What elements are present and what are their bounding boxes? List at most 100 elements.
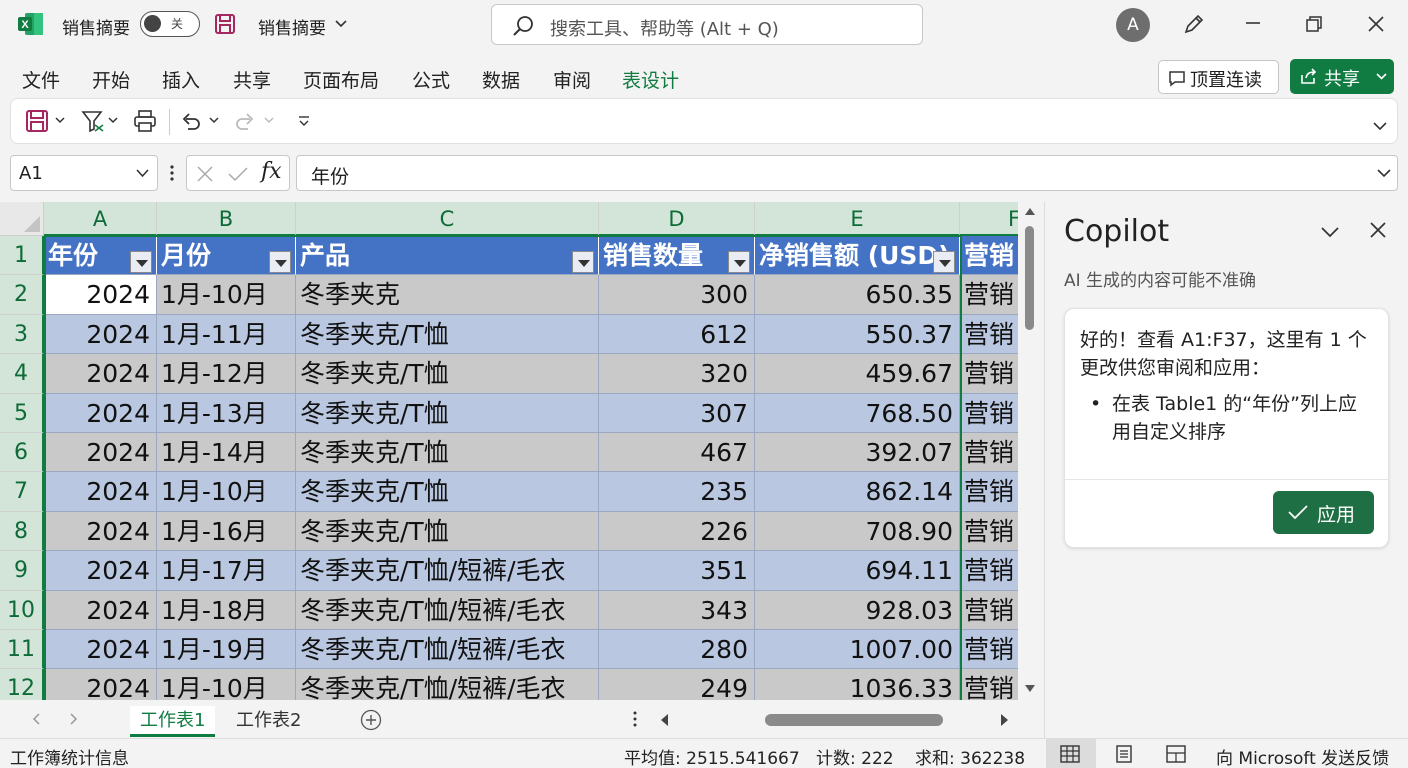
table-cell[interactable]: 1月-14月 [157,433,296,473]
row-header[interactable]: 1 [0,236,44,276]
customize-toolbar-icon[interactable] [298,115,310,127]
tab-review[interactable]: 审阅 [553,66,591,93]
row-header[interactable]: 3 [0,314,44,355]
share-button[interactable]: 共享 [1290,59,1394,94]
table-cell[interactable]: 1月-10月 [157,275,296,315]
table-cell[interactable]: 928.03 [755,590,960,630]
tab-formulas[interactable]: 公式 [412,66,450,93]
normal-view-icon[interactable] [1060,745,1080,763]
table-cell[interactable]: 营销 [960,354,1018,394]
chevron-down-icon[interactable] [209,117,219,125]
table-cell[interactable]: 459.67 [755,354,960,394]
row-header[interactable]: 6 [0,433,44,473]
table-cell[interactable]: 2024 [44,314,157,355]
table-cell[interactable]: 694.11 [755,551,960,591]
tab-share[interactable]: 共享 [233,66,271,93]
row-header[interactable]: 5 [0,393,44,433]
save-icon[interactable] [25,109,49,133]
minimize-icon[interactable] [1244,18,1262,28]
read-mode-button[interactable]: 顶置连读 [1158,60,1279,94]
table-cell[interactable]: 冬季夹克/T恤 [296,472,599,512]
autosave-toggle[interactable]: 关 [140,11,200,37]
table-cell[interactable]: 1月-12月 [157,354,296,394]
sheet-tab-1[interactable]: 工作表1 [130,706,216,737]
check-icon[interactable] [227,165,249,183]
more-options-icon[interactable] [170,164,174,182]
table-cell[interactable]: 2024 [44,511,157,552]
tab-home[interactable]: 开始 [92,66,130,93]
table-cell[interactable]: 营销 [960,472,1018,512]
add-sheet-icon[interactable] [360,709,382,731]
table-cell[interactable]: 467 [599,433,755,473]
vertical-scroll-thumb[interactable] [1025,226,1034,330]
table-cell[interactable]: 2024 [44,472,157,512]
chevron-down-icon[interactable] [1373,121,1387,131]
table-cell[interactable]: 营销 [960,433,1018,473]
column-header-f[interactable]: F [960,202,1018,236]
table-cell[interactable]: 343 [599,590,755,630]
chevron-down-icon[interactable] [1377,168,1391,178]
tab-insert[interactable]: 插入 [162,66,200,93]
table-cell[interactable]: 营销 [960,393,1018,433]
table-cell[interactable]: 冬季夹克/T恤 [296,511,599,552]
table-cell[interactable]: 1月-18月 [157,590,296,630]
table-cell[interactable]: 2024 [44,275,157,315]
row-header[interactable]: 2 [0,275,44,315]
table-cell[interactable]: 1007.00 [755,630,960,670]
more-options-icon[interactable] [633,711,637,727]
table-cell[interactable]: 营销 [960,630,1018,670]
sheet-tab-2[interactable]: 工作表2 [236,706,301,732]
table-cell[interactable]: 营销 [960,669,1018,700]
table-cell[interactable]: 768.50 [755,393,960,433]
scroll-up-icon[interactable] [1024,206,1036,216]
page-break-view-icon[interactable] [1166,745,1186,763]
filter-dropdown-icon[interactable] [269,251,291,273]
header-cell[interactable]: 净销售额 (USD) [755,236,960,276]
table-cell[interactable]: 550.37 [755,314,960,355]
table-cell[interactable]: 307 [599,393,755,433]
chevron-down-icon[interactable] [55,117,65,125]
table-cell[interactable]: 226 [599,511,755,552]
table-cell[interactable]: 2024 [44,669,157,700]
save-icon[interactable] [214,13,236,35]
table-cell[interactable]: 1月-16月 [157,511,296,552]
table-cell[interactable]: 冬季夹克/T恤/短裤/毛衣 [296,630,599,670]
column-header-e[interactable]: E [755,202,960,236]
chevron-down-icon[interactable] [1321,226,1339,238]
table-cell[interactable]: 冬季夹克/T恤 [296,433,599,473]
row-header[interactable]: 10 [0,590,44,630]
table-cell[interactable]: 营销 [960,590,1018,630]
avatar[interactable]: A [1116,8,1150,42]
column-header-a[interactable]: A [44,202,157,236]
table-cell[interactable]: 2024 [44,630,157,670]
table-cell[interactable]: 1036.33 [755,669,960,700]
close-icon[interactable] [1370,222,1386,238]
scroll-sheets-right-icon[interactable] [70,713,78,725]
filter-dropdown-icon[interactable] [130,251,152,273]
table-cell[interactable]: 1月-11月 [157,314,296,355]
header-cell[interactable]: 营销 [960,236,1018,276]
worksheet-grid[interactable]: A B C D E F 1 2 3 4 5 6 7 8 9 10 11 12 年份 月份 产品 销售数量 净销… [0,202,1018,700]
table-cell[interactable]: 2024 [44,590,157,630]
search-box[interactable]: 搜索工具、帮助等 (Alt + Q) [491,4,923,45]
page-layout-view-icon[interactable] [1114,745,1134,763]
table-cell[interactable]: 营销 [960,511,1018,552]
filter-icon[interactable] [81,109,105,133]
table-cell[interactable]: 1月-19月 [157,630,296,670]
row-header[interactable]: 12 [0,669,44,700]
redo-icon[interactable] [233,109,257,133]
table-cell[interactable]: 冬季夹克/T恤/短裤/毛衣 [296,669,599,700]
table-cell[interactable]: 2024 [44,551,157,591]
horizontal-scrollbar[interactable] [655,710,1015,730]
column-header-d[interactable]: D [599,202,755,236]
table-cell[interactable]: 2024 [44,393,157,433]
table-cell[interactable]: 1月-10月 [157,669,296,700]
table-cell[interactable]: 1月-17月 [157,551,296,591]
table-cell[interactable]: 营销 [960,275,1018,315]
undo-icon[interactable] [179,109,203,133]
table-cell[interactable]: 冬季夹克/T恤 [296,393,599,433]
chevron-down-icon[interactable] [335,19,347,29]
table-cell[interactable]: 392.07 [755,433,960,473]
tab-data[interactable]: 数据 [482,66,520,93]
row-header[interactable]: 4 [0,354,44,394]
